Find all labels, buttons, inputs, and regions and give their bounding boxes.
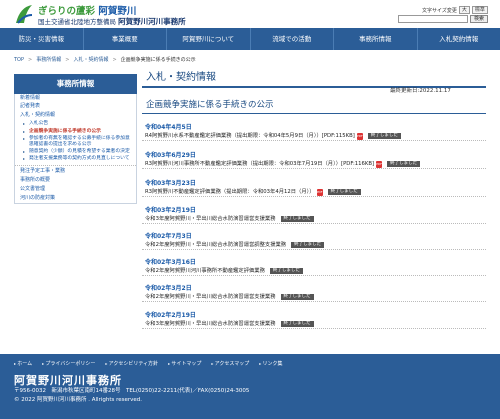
notice-link[interactable]: R4阿賀野川水系不動産鑑定評価業務（提出期限：令和04年5月9日（月））[PDF… [145, 132, 355, 140]
breadcrumb-bid[interactable]: 入札・契約情報 [73, 56, 108, 63]
notice-link[interactable]: R3阿賀野川河川事務所不動産鑑定評価業務（提出期限：令和03年7月19日（月））… [145, 160, 374, 168]
ended-badge: 終了しました [327, 189, 361, 195]
nav-about-river[interactable]: 阿賀野川について [167, 28, 251, 50]
footer-link-sitemap[interactable]: サイトマップ [168, 360, 201, 367]
sidebar-item-river-prevention[interactable]: 河川の防疫対策 [15, 194, 136, 203]
notice-link[interactable]: 令和3年度阿賀野川・早出川総合水防演習運営支援業務 [145, 320, 276, 328]
notice-link[interactable]: 令和3年度阿賀野川・早出川総合水防演習運営支援業務 [145, 215, 276, 223]
logo-office: 阿賀野川河川事務所 [118, 17, 186, 26]
notice-entry: 令和03年6月29日 R3阿賀野川河川事務所不動産鑑定評価業務（提出期限：令和0… [142, 152, 486, 169]
breadcrumb-office[interactable]: 事務所情報 [36, 56, 61, 63]
breadcrumb-top[interactable]: TOP [14, 57, 24, 63]
ended-badge: 終了しました [291, 242, 325, 248]
breadcrumb-separator: > [112, 56, 117, 63]
notice-entry: 令和03年3月23日 R3阿賀野川不動産鑑定評価業務（提出期限：令和03年4月1… [142, 180, 486, 197]
sidebar-item-bid-info[interactable]: 入札・契約情報 [15, 112, 136, 121]
ended-badge: 終了しました [280, 216, 314, 222]
notice-entry: 令和04年4月5日 R4阿賀野川水系不動産鑑定評価業務（提出期限：令和04年5月… [142, 124, 486, 141]
breadcrumb: TOP > 事務所情報 > 入札・契約情報 > 企画競争実施に係る手続きの公示 [14, 56, 196, 64]
site-header: ぎらりの蘆彩 阿賀野川 国土交通省北陸地方整備局 阿賀野川河川事務所 文字サイズ… [0, 0, 500, 28]
ended-badge: 終了しました [387, 161, 421, 167]
sidebar-item-planned-works[interactable]: 発注予定工事・業務 [15, 168, 136, 177]
footer-link-access-map[interactable]: アクセスマップ [211, 360, 250, 367]
sidebar-menu: 新着情報 記者発表 入札・契約情報 入札公告 企画競争実施に係る手続きの公示 参… [14, 94, 137, 205]
font-size-switcher: 文字サイズ変更 大 標準 [422, 6, 488, 14]
footer-link-accessibility[interactable]: アクセシビリティ方針 [105, 360, 158, 367]
search-input[interactable] [398, 15, 468, 23]
footer-copyright: © 2022 阿賀野川河川事務所 . Allrights reserved. [14, 397, 143, 403]
nav-office-info[interactable]: 事務所情報 [334, 28, 418, 50]
site-footer: ホーム プライバシーポリシー アクセシビリティ方針 サイトマップ アクセスマップ… [0, 354, 500, 419]
ended-badge: 終了しました [269, 268, 303, 274]
section-title: 企画競争実施に係る手続きの公示 [142, 98, 486, 114]
notice-link[interactable]: 令和2年度阿賀野川・早出川総合水防演習運営支援業務 [145, 293, 276, 301]
notice-date: 令和02年3月16日 [145, 259, 196, 266]
sidebar-subitem-small-contract[interactable]: 随意契約（少額）の見積を希望する業者の決定 [15, 148, 136, 155]
notice-body: 令和2年度阿賀野川・早出川総合水防演習運営支援業務 終了しました [142, 293, 486, 301]
notice-date: 令和03年6月29日 [145, 152, 196, 159]
footer-link-home[interactable]: ホーム [14, 360, 32, 367]
nav-activities[interactable]: 流域での活動 [251, 28, 334, 50]
notice-body: R4阿賀野川水系不動産鑑定評価業務（提出期限：令和04年5月9日（月））[PDF… [142, 132, 486, 140]
notice-body: R3阿賀野川河川事務所不動産鑑定評価業務（提出期限：令和03年7月19日（月））… [142, 160, 486, 168]
sidebar-heading: 事務所情報 [14, 74, 137, 94]
logo-subtitle: 国土交通省北陸地方整備局 阿賀野川河川事務所 [38, 16, 186, 27]
sidebar-item-press[interactable]: 記者発表 [15, 103, 136, 112]
sidebar-item-office-overview[interactable]: 事務所の概要 [15, 177, 136, 186]
pdf-icon: PDF [376, 160, 383, 168]
breadcrumb-current: 企画競争実施に係る手続きの公示 [120, 57, 196, 63]
ended-badge: 終了しました [367, 133, 401, 139]
nav-disaster[interactable]: 防災・災害情報 [0, 28, 84, 50]
notice-date: 令和03年3月23日 [145, 180, 196, 187]
notice-date: 令和02年3月2日 [145, 285, 192, 292]
sidebar-subitem-public-offering[interactable]: 参加者の有無を確認する公募手続に係る参加意思確認書の提出を求める公示 [15, 135, 136, 148]
footer-link-privacy[interactable]: プライバシーポリシー [42, 360, 95, 367]
notice-link[interactable]: 令和2年度阿賀野川河川事務所不動産鑑定評価業務 [145, 267, 265, 275]
notice-body: 令和3年度阿賀野川・早出川総合水防演習運営支援業務 終了しました [142, 215, 486, 223]
notice-link[interactable]: 令和2年度阿賀野川・早出川総合水防演習運営調整支援業務 [145, 241, 286, 249]
notice-date: 令和02年7月3日 [145, 233, 192, 240]
breadcrumb-separator: > [65, 56, 70, 63]
notice-body: 令和3年度阿賀野川・早出川総合水防演習運営支援業務 終了しました [142, 320, 486, 328]
notice-body: R3阿賀野川不動産鑑定評価業務（提出期限：令和03年4月12日（月）） PDF … [142, 188, 486, 196]
notice-entry: 令和02年2月19日 令和3年度阿賀野川・早出川総合水防演習運営支援業務 終了し… [142, 312, 486, 329]
pdf-icon: PDF [316, 188, 323, 196]
notice-body: 令和2年度阿賀野川河川事務所不動産鑑定評価業務 終了しました [142, 267, 486, 275]
nav-projects[interactable]: 事業概要 [84, 28, 167, 50]
footer-address: 〒956-0032 新潟市秋葉区南町14番28号 TEL(0250)22-221… [14, 388, 250, 394]
sidebar-subitem-proposal-notice[interactable]: 企画競争実施に係る手続きの公示 [15, 128, 136, 135]
font-size-large-button[interactable]: 大 [458, 6, 470, 14]
pdf-icon: PDF [356, 132, 363, 140]
logo-title[interactable]: ぎらりの蘆彩 阿賀野川 [38, 3, 136, 17]
breadcrumb-separator: > [28, 56, 33, 63]
sidebar-divider [15, 164, 136, 166]
notice-date: 令和04年4月5日 [145, 124, 192, 131]
logo-mark-icon[interactable] [14, 3, 34, 25]
notice-body: 令和2年度阿賀野川・早出川総合水防演習運営調整支援業務 終了しました [142, 241, 486, 249]
notice-date: 令和02年2月19日 [145, 312, 196, 319]
notice-entry: 令和03年2月19日 令和3年度阿賀野川・早出川総合水防演習運営支援業務 終了し… [142, 207, 486, 224]
sidebar-subitem-contract-review[interactable]: 発注者支援業務等の契約方式の見直しについて [15, 155, 136, 162]
nav-bid-info[interactable]: 入札契約情報 [418, 28, 500, 50]
last-updated: 最終更新日:2022.11.17 [390, 88, 451, 94]
notice-entry: 令和02年3月16日 令和2年度阿賀野川河川事務所不動産鑑定評価業務 終了しまし… [142, 259, 486, 276]
font-size-label: 文字サイズ変更 [422, 7, 457, 14]
site-search: 検索 [398, 15, 489, 23]
footer-links: ホーム プライバシーポリシー アクセシビリティ方針 サイトマップ アクセスマップ… [14, 360, 283, 367]
notice-entry: 令和02年7月3日 令和2年度阿賀野川・早出川総合水防演習運営調整支援業務 終了… [142, 233, 486, 250]
ended-badge: 終了しました [280, 321, 314, 327]
footer-link-links[interactable]: リンク集 [259, 360, 283, 367]
sidebar-item-news[interactable]: 新着情報 [15, 94, 136, 103]
ended-badge: 終了しました [280, 294, 314, 300]
logo-org: 国土交通省北陸地方整備局 [38, 18, 116, 26]
sidebar-item-records[interactable]: 公文書管理 [15, 185, 136, 194]
sidebar-subitem-bid-notice[interactable]: 入札公告 [15, 120, 136, 127]
global-nav: 防災・災害情報 事業概要 阿賀野川について 流域での活動 事務所情報 入札契約情… [0, 28, 500, 50]
search-button[interactable]: 検索 [470, 15, 489, 23]
notice-link[interactable]: R3阿賀野川不動産鑑定評価業務（提出期限：令和03年4月12日（月）） [145, 188, 315, 196]
font-size-normal-button[interactable]: 標準 [471, 6, 488, 14]
notice-entry: 令和02年3月2日 令和2年度阿賀野川・早出川総合水防演習運営支援業務 終了しま… [142, 285, 486, 302]
notice-date: 令和03年2月19日 [145, 207, 196, 214]
